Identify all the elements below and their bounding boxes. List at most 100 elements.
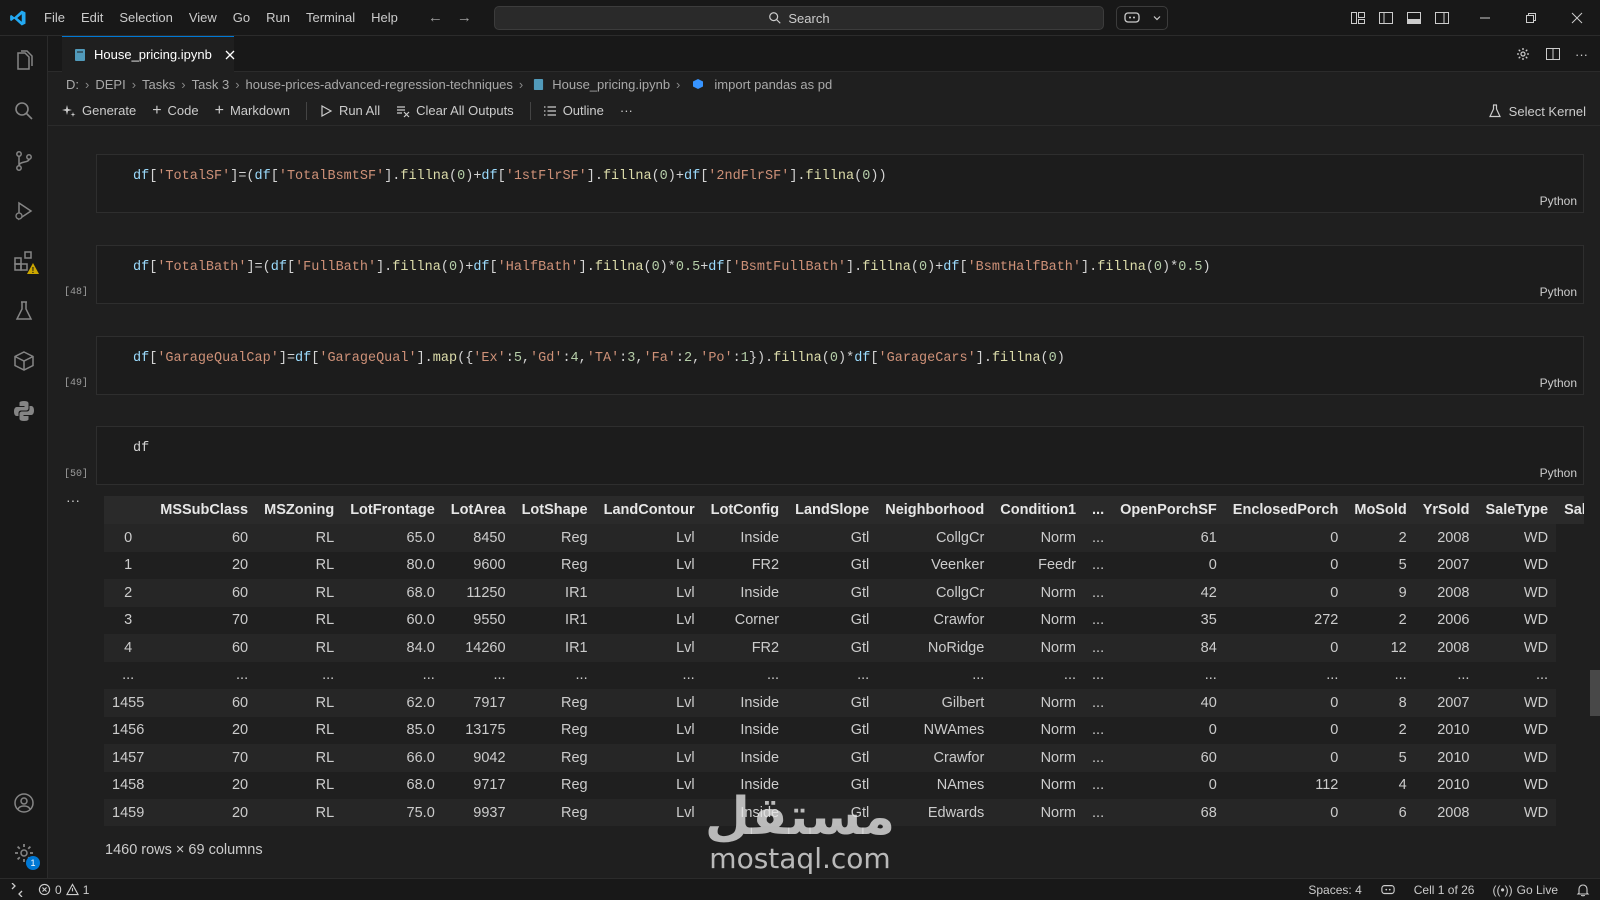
dataframe-shape: 1460 rows × 69 columns	[105, 842, 263, 858]
table-cell: 80.0	[406, 557, 435, 574]
dataframe-table: MSSubClass MSZoning LotFrontage LotArea LotS…	[104, 496, 1584, 826]
code-cell[interactable]: df['GarageQualCap']=df['GarageQual'].map…	[96, 336, 1584, 395]
add-markdown-cell-button[interactable]: + Markdown	[215, 102, 290, 120]
explorer-icon[interactable]	[0, 36, 48, 86]
table-cell: 35	[1200, 612, 1217, 629]
breadcrumb-depi[interactable]: DEPI	[95, 77, 125, 92]
code-cell[interactable]: df['TotalBath']=(df['FullBath'].fillna(0…	[96, 245, 1584, 304]
search-sidebar-icon[interactable]	[0, 86, 48, 136]
toolbar-more-button[interactable]: ···	[620, 103, 633, 118]
table-cell: Inside	[702, 579, 788, 607]
table-cell: Reg	[513, 799, 596, 826]
menu-go[interactable]: Go	[225, 0, 258, 36]
toggle-panel-icon[interactable]	[1406, 10, 1422, 26]
watermark-latin: mostaql.com	[709, 842, 891, 875]
breadcrumb-drive[interactable]: D:	[66, 77, 79, 92]
problems-indicator[interactable]: 0 1	[38, 883, 89, 897]
minimize-icon[interactable]	[1462, 0, 1508, 36]
row-index-cell: 0	[104, 524, 153, 552]
clear-all-outputs-button[interactable]: Clear All Outputs	[396, 103, 514, 118]
run-and-debug-icon[interactable]	[0, 186, 48, 236]
cell-code[interactable]: df['GarageQualCap']=df['GarageQual'].map…	[133, 351, 1065, 366]
generate-button[interactable]: Generate	[62, 103, 136, 118]
menu-view[interactable]: View	[181, 0, 225, 36]
menu-terminal[interactable]: Terminal	[298, 0, 363, 36]
column-header: Condition1	[992, 496, 1085, 524]
back-arrow-icon[interactable]: ←	[428, 9, 443, 26]
close-tab-icon[interactable]	[224, 49, 236, 61]
tab-house-pricing[interactable]: House_pricing.ipynb	[62, 36, 236, 72]
copilot-button[interactable]	[1116, 6, 1168, 30]
extensions-icon[interactable]: !	[0, 236, 48, 286]
select-kernel-button[interactable]: Select Kernel	[1488, 96, 1586, 126]
notifications-bell-icon[interactable]	[1576, 883, 1590, 897]
testing-flask-icon[interactable]	[0, 286, 48, 336]
forward-arrow-icon[interactable]: →	[457, 9, 472, 26]
accounts-icon[interactable]	[0, 778, 48, 828]
go-live-button[interactable]: ((•)) Go Live	[1492, 883, 1558, 897]
table-cell: Norm	[1040, 777, 1077, 794]
scrollbar-thumb[interactable]	[1590, 670, 1600, 716]
table-cell: 2006	[1437, 612, 1470, 629]
table-cell: 6	[1346, 799, 1415, 826]
toggle-secondary-sidebar-icon[interactable]	[1434, 10, 1450, 26]
table-cell: Reg	[513, 744, 596, 772]
breadcrumb-cell[interactable]: import pandas as pd	[714, 77, 832, 92]
cell-code[interactable]: df	[133, 441, 149, 456]
breadcrumb-file[interactable]: House_pricing.ipynb	[552, 77, 670, 92]
command-center-search[interactable]: Search	[494, 6, 1104, 30]
outline-button[interactable]: Outline	[543, 103, 604, 118]
restore-icon[interactable]	[1508, 0, 1554, 36]
menu-selection[interactable]: Selection	[111, 0, 180, 36]
table-cell: ...	[1092, 667, 1105, 684]
python-icon[interactable]	[0, 386, 48, 436]
source-control-icon[interactable]	[0, 136, 48, 186]
table-cell: 70	[152, 744, 257, 772]
code-cell[interactable]: df Python	[96, 426, 1584, 485]
table-cell: Lvl	[676, 777, 695, 794]
cell-position-status[interactable]: Cell 1 of 26	[1414, 883, 1475, 897]
cell-code[interactable]: df['TotalSF']=(df['TotalBsmtSF'].fillna(…	[133, 169, 887, 184]
markdown-label: Markdown	[229, 103, 290, 118]
cell-code[interactable]: df['TotalBath']=(df['FullBath'].fillna(0…	[133, 260, 1211, 275]
table-cell: 0	[1224, 524, 1347, 552]
row-index-cell: 1455	[104, 689, 153, 717]
cell-language-label[interactable]: Python	[1540, 194, 1577, 208]
toggle-primary-sidebar-icon[interactable]	[1378, 10, 1394, 26]
menu-run[interactable]: Run	[258, 0, 298, 36]
breadcrumb-tasks[interactable]: Tasks	[142, 77, 175, 92]
cell-language-label[interactable]: Python	[1540, 466, 1577, 480]
breadcrumb-folder[interactable]: house-prices-advanced-regression-techniq…	[246, 77, 513, 92]
cell-language-label[interactable]: Python	[1540, 376, 1577, 390]
menu-edit[interactable]: Edit	[73, 0, 111, 36]
customize-layout-icon[interactable]	[1350, 10, 1366, 26]
split-editor-icon[interactable]	[1545, 46, 1561, 62]
copilot-status-icon[interactable]	[1380, 883, 1396, 897]
run-all-button[interactable]: Run All	[319, 103, 380, 118]
close-window-icon[interactable]	[1554, 0, 1600, 36]
menu-file[interactable]: File	[36, 0, 73, 36]
table-cell: 4	[1398, 777, 1407, 794]
table-cell: RL	[256, 744, 343, 772]
table-cell: 9600	[473, 557, 506, 574]
table-row: 1457 70 RL 66.0 9042 Reg Lvl Inside Gtl Crawfor No…	[104, 744, 1584, 772]
table-cell: ...	[1084, 689, 1113, 717]
table-cell: 84	[1112, 634, 1225, 662]
remote-indicator-icon[interactable]	[10, 882, 24, 897]
manage-gear-icon[interactable]: 1	[0, 828, 48, 878]
table-cell: Veenker	[931, 557, 985, 574]
notebook-settings-gear-icon[interactable]	[1515, 46, 1531, 62]
table-cell: Corner	[734, 612, 780, 629]
more-actions-icon[interactable]: ···	[1575, 47, 1588, 62]
table-cell: 5	[1398, 557, 1407, 574]
code-cell[interactable]: df['TotalSF']=(df['TotalBsmtSF'].fillna(…	[96, 154, 1584, 213]
chevron-down-icon[interactable]	[1152, 13, 1162, 23]
cell-language-label[interactable]: Python	[1540, 285, 1577, 299]
add-code-cell-button[interactable]: + Code	[152, 102, 198, 120]
remote-explorer-icon[interactable]	[0, 336, 48, 386]
breadcrumb-task3[interactable]: Task 3	[192, 77, 230, 92]
table-cell: 2008	[1414, 524, 1478, 552]
indentation-status[interactable]: Spaces: 4	[1308, 883, 1361, 897]
output-more-actions[interactable]: ···	[66, 492, 80, 508]
menu-help[interactable]: Help	[363, 0, 406, 36]
